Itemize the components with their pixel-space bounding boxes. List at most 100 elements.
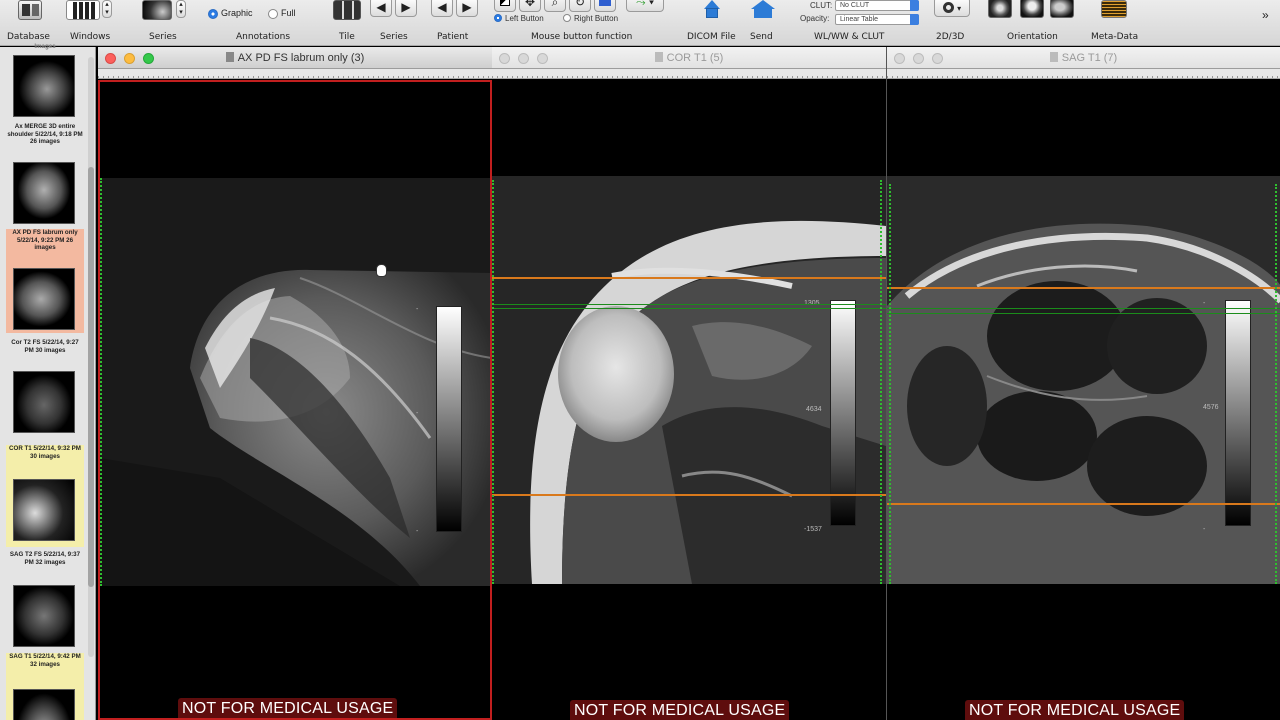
viewer-sagittal[interactable]: SAG T1 (7) - 4576 - NOT FOR MEDICAL USAG… [886, 47, 1280, 720]
mouse-function-tool: ✥ ⌕ ↻ ⤳ ▾ Left Button Right Button Mouse… [492, 0, 664, 46]
opacity-select[interactable]: Linear Table [835, 14, 919, 25]
position-line-1 [887, 308, 1280, 309]
viewer-titlebar: COR T1 (5) [492, 47, 886, 69]
wlww-tool-button[interactable] [494, 0, 516, 12]
wlww-clut-label: WL/WW & CLUT [814, 32, 885, 42]
wl-mid-value: 4576 [1203, 404, 1219, 411]
send-tool[interactable]: Send [745, 0, 781, 46]
series-item-sag-t2-fs[interactable]: SAG T2 FS 5/22/14, 9:37 PM 32 images [6, 551, 84, 651]
mri-image-sagittal[interactable]: - 4576 - [887, 176, 1280, 584]
scrollbar-thumb[interactable] [88, 167, 94, 587]
image-pane[interactable]: 1305 4634 -1537 NOT FOR MEDICAL USAGE [492, 80, 886, 720]
viewer-title-text: AX PD FS labrum only (3) [237, 52, 365, 64]
coronal-orientation-button[interactable] [1020, 0, 1044, 18]
wl-mid-value: - [416, 410, 419, 417]
document-icon [654, 52, 663, 62]
series-size-stepper[interactable]: ▴ ▾ [176, 0, 186, 18]
toolbar-overflow-button[interactable]: » [1262, 8, 1269, 22]
clut-value: No CLUT [840, 2, 870, 9]
series-title: SAG T2 FS 5/22/14, 9:37 PM 32 images [9, 551, 81, 566]
series-thumbnail-top[interactable] [13, 55, 75, 117]
series-thumbnail [13, 162, 75, 224]
slice-bound-left [889, 184, 891, 584]
2d3d-tool[interactable]: ▾ 2D/3D [932, 0, 974, 46]
annotations-full-radio[interactable] [268, 9, 278, 19]
reference-line-bottom [887, 503, 1280, 505]
series-title: COR T1 5/22/14, 9:32 PM 30 images [9, 445, 81, 460]
reference-line-top [887, 287, 1280, 289]
series-item-cor-t2-fs[interactable]: Cor T2 FS 5/22/14, 9:27 PM 30 images [6, 339, 84, 439]
metadata-tool[interactable]: Meta-Data [1088, 0, 1144, 46]
dicom-file-tool[interactable]: DICOM File [684, 0, 740, 46]
arrow-left-icon: ◀ [437, 0, 447, 14]
wl-mid-value: 4634 [806, 406, 822, 413]
chevron-down-icon [910, 0, 919, 11]
move-tool-button[interactable]: ✥ [519, 0, 541, 12]
tile-tool[interactable]: Tile [330, 0, 364, 46]
tile-label: Tile [339, 32, 355, 42]
reference-line-top [492, 277, 886, 279]
axial-orientation-button[interactable] [988, 0, 1012, 18]
main-toolbar: Database ▴ ▾ Windows ▴ ▾ Series Graphic Fu… [0, 0, 1280, 46]
viewer-coronal[interactable]: COR T1 (5) 4634 -1537 NOT FOR MEDICAL US… [492, 47, 886, 720]
series-item-ax-pd-fs[interactable]: AX PD FS labrum only 5/22/14, 9:22 PM 26… [6, 229, 84, 333]
arrow-right-icon: ▶ [401, 0, 411, 14]
slice-ruler[interactable] [98, 69, 492, 79]
series-item-cor-t1[interactable]: COR T1 5/22/14, 9:32 PM 30 images [6, 445, 84, 547]
series-size-tool[interactable]: ▴ ▾ Series [138, 0, 190, 46]
2d3d-menu-button[interactable]: ▾ [934, 0, 970, 17]
series-title: Cor T2 FS 5/22/14, 9:27 PM 30 images [11, 339, 79, 354]
metadata-icon [1101, 0, 1127, 18]
chevron-down-icon [910, 14, 919, 25]
scroll-tool-button[interactable] [594, 0, 616, 12]
left-button-label: Left Button [505, 14, 544, 23]
viewer-axial[interactable]: AX PD FS labrum only (3) - - - NOT FOR M… [98, 47, 492, 720]
series-thumbnail [13, 479, 75, 541]
send-label: Send [750, 32, 773, 42]
orientation-icon [986, 0, 1080, 22]
sagittal-orientation-button[interactable] [1050, 0, 1074, 18]
wl-bottom-value: -1537 [804, 526, 822, 533]
series-thumbnail-icon [142, 0, 172, 20]
series-thumbnail [13, 371, 75, 433]
next-patient-button[interactable]: ▶ [456, 0, 478, 17]
mouse-tools-icon: ✥ ⌕ ↻ ⤳ ▾ [492, 0, 672, 12]
viewer-titlebar: AX PD FS labrum only (3) [98, 47, 492, 69]
series-item-sag-t1[interactable]: SAG T1 5/22/14, 9:42 PM 32 images [6, 653, 84, 720]
database-label: Database [7, 32, 50, 42]
slice-ruler[interactable] [492, 69, 886, 79]
slice-ruler[interactable] [887, 69, 1280, 79]
mri-image-coronal[interactable]: 1305 4634 -1537 [492, 176, 886, 584]
position-line-2 [492, 308, 886, 309]
clut-select[interactable]: No CLUT [835, 0, 919, 11]
sidebar-scrollbar[interactable] [88, 57, 94, 657]
left-button-radio[interactable] [494, 14, 502, 22]
pointer-cursor-icon [376, 264, 387, 277]
send-icon [751, 0, 775, 20]
windows-stepper[interactable]: ▴ ▾ [102, 0, 112, 18]
right-button-label: Right Button [574, 14, 619, 23]
metadata-label: Meta-Data [1091, 32, 1139, 42]
sidebar-top-caption: Images [34, 43, 56, 50]
mri-image-axial[interactable]: - - - [100, 178, 490, 586]
roi-tool-button[interactable]: ⤳ ▾ [626, 0, 664, 12]
dicom-file-label: DICOM File [687, 32, 736, 42]
wl-top-value: - [1203, 300, 1206, 307]
series-item-ax-merge[interactable]: Ax MERGE 3D entire shoulder 5/22/14, 9:1… [6, 123, 84, 227]
zoom-tool-button[interactable]: ⌕ [544, 0, 566, 12]
windows-tool[interactable]: ▴ ▾ Windows [64, 0, 118, 46]
next-series-button[interactable]: ▶ [395, 0, 417, 17]
previous-series-button[interactable]: ◀ [370, 0, 392, 17]
annotations-graphic-radio[interactable] [208, 9, 218, 19]
previous-patient-button[interactable]: ◀ [431, 0, 453, 17]
image-pane[interactable]: - 4576 - NOT FOR MEDICAL USAGE [887, 80, 1280, 720]
series-size-label: Series [149, 32, 177, 42]
rotate-tool-button[interactable]: ↻ [569, 0, 591, 12]
wl-bottom-value: - [416, 528, 419, 535]
database-tool[interactable]: Database [4, 0, 54, 46]
series-nav-label: Series [380, 32, 408, 42]
right-button-radio[interactable] [563, 14, 571, 22]
patient-nav-tool: ◀ ▶ Patient [431, 0, 481, 46]
document-icon [1049, 52, 1058, 62]
image-pane[interactable]: - - - NOT FOR MEDICAL USAGE [98, 80, 492, 720]
